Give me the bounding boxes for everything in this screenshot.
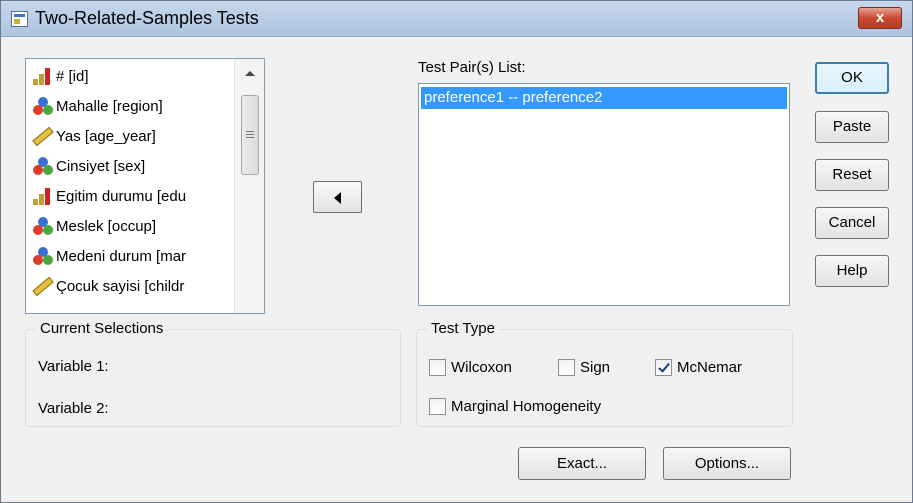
paste-button[interactable]: Paste	[815, 111, 889, 143]
list-item[interactable]: Mahalle [region]	[32, 91, 233, 121]
help-button[interactable]: Help	[815, 255, 889, 287]
sign-checkbox[interactable]: Sign	[558, 359, 610, 376]
reset-button[interactable]: Reset	[815, 159, 889, 191]
source-variable-list[interactable]: # [id] Mahalle [region] Yas [age_year] C…	[25, 58, 265, 314]
variable-label: Meslek [occup]	[56, 217, 157, 235]
scale-icon	[32, 275, 54, 297]
scale-icon	[32, 125, 54, 147]
list-item[interactable]: # [id]	[32, 61, 233, 91]
variable-label: Mahalle [region]	[56, 97, 163, 115]
scroll-up-icon[interactable]	[245, 71, 255, 76]
test-pairs-label: Test Pair(s) List:	[418, 59, 526, 76]
variable1-label: Variable 1:	[38, 358, 109, 375]
variable-label: Cinsiyet [sex]	[56, 157, 146, 175]
wilcoxon-checkbox[interactable]: Wilcoxon	[429, 359, 512, 376]
list-item[interactable]: Çocuk sayisi [childr	[32, 271, 233, 301]
ordinal-icon	[32, 65, 54, 87]
current-selections-title: Current Selections	[36, 320, 168, 337]
title-bar[interactable]: Two-Related-Samples Tests x	[1, 1, 912, 37]
nominal-icon	[32, 215, 54, 237]
variable-label: Medeni durum [mar	[56, 247, 187, 265]
variable-label: Yas [age_year]	[56, 127, 156, 145]
marginal-homogeneity-label: Marginal Homogeneity	[451, 398, 602, 415]
mcnemar-checkbox[interactable]: McNemar	[655, 359, 742, 376]
checkbox-icon[interactable]	[558, 359, 575, 376]
scroll-thumb[interactable]	[241, 95, 259, 175]
list-item[interactable]: Yas [age_year]	[32, 121, 233, 151]
variable-items: # [id] Mahalle [region] Yas [age_year] C…	[26, 59, 233, 313]
nominal-icon	[32, 95, 54, 117]
variable-label: # [id]	[56, 67, 89, 85]
sign-label: Sign	[580, 359, 611, 376]
variable-label: Egitim durumu [edu	[56, 187, 187, 205]
exact-button[interactable]: Exact...	[518, 447, 646, 480]
cancel-button[interactable]: Cancel	[815, 207, 889, 239]
variable2-label: Variable 2:	[38, 400, 109, 417]
wilcoxon-label: Wilcoxon	[451, 359, 512, 376]
test-pairs-list[interactable]: preference1 -- preference2	[418, 83, 790, 306]
move-variable-button[interactable]	[313, 181, 362, 213]
arrow-left-icon	[334, 192, 341, 204]
current-selections-group: Current Selections Variable 1: Variable …	[25, 320, 401, 427]
test-type-title: Test Type	[427, 320, 499, 337]
mcnemar-label: McNemar	[677, 359, 743, 376]
checkbox-checked-icon[interactable]	[655, 359, 672, 376]
nominal-icon	[32, 155, 54, 177]
checkbox-icon[interactable]	[429, 359, 446, 376]
window-title: Two-Related-Samples Tests	[35, 8, 259, 28]
list-item[interactable]: Meslek [occup]	[32, 211, 233, 241]
list-item[interactable]: Medeni durum [mar	[32, 241, 233, 271]
list-item[interactable]: Cinsiyet [sex]	[32, 151, 233, 181]
checkbox-icon[interactable]	[429, 398, 446, 415]
list-item[interactable]: preference1 -- preference2	[421, 87, 787, 109]
vertical-scrollbar[interactable]	[234, 59, 264, 313]
ok-button[interactable]: OK	[815, 62, 889, 94]
options-button[interactable]: Options...	[663, 447, 791, 480]
app-icon	[11, 11, 28, 27]
nominal-icon	[32, 245, 54, 267]
marginal-homogeneity-checkbox[interactable]: Marginal Homogeneity	[429, 398, 601, 415]
list-item[interactable]: Egitim durumu [edu	[32, 181, 233, 211]
two-related-samples-dialog: Two-Related-Samples Tests x # [id] Mahal…	[0, 0, 913, 503]
variable-label: Çocuk sayisi [childr	[56, 277, 185, 295]
test-type-group: Test Type Wilcoxon Sign McNemar Marginal…	[416, 320, 793, 427]
close-button[interactable]: x	[858, 7, 902, 29]
ordinal-icon	[32, 185, 54, 207]
